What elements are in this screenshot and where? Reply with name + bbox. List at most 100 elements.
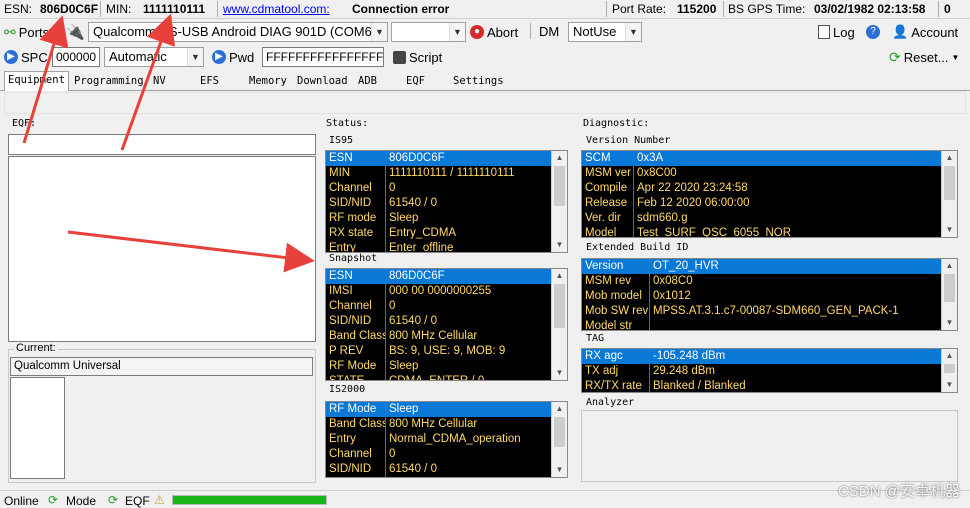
table-row[interactable]: RF Mode Sleep: [326, 359, 567, 374]
tab-equipment[interactable]: Equipment: [4, 71, 69, 91]
table-row[interactable]: RF Mode Sleep: [326, 402, 567, 417]
row-key: Release: [582, 196, 634, 211]
table-row[interactable]: Band Class 800 MHz Cellular: [326, 329, 567, 344]
table-row[interactable]: RX agc -105.248 dBm: [582, 349, 957, 364]
connect-button[interactable]: 🔌: [66, 22, 85, 42]
table-row[interactable]: Version OT_20_HVR: [582, 259, 957, 274]
warning-icon: ⚠: [154, 493, 165, 507]
table-row[interactable]: TX adj 29.248 dBm: [582, 364, 957, 379]
row-value: 29.248 dBm: [653, 365, 716, 377]
abort-button[interactable]: ● Abort: [470, 22, 518, 42]
table-row[interactable]: IMSI 000 00 0000000255: [326, 284, 567, 299]
snapshot-table[interactable]: ESN 806D0C6F IMSI 000 00 0000000255 Channel 0…: [325, 268, 568, 381]
eqf-input[interactable]: [8, 134, 316, 155]
table-row[interactable]: Ver. dir sdm660.g: [582, 211, 957, 226]
row-key: Version: [582, 259, 650, 274]
table-row[interactable]: Mob model 0x1012: [582, 289, 957, 304]
table-row[interactable]: Entry Enter_offline: [326, 241, 567, 252]
table-row[interactable]: MIN 1111110111 / 1111110111: [326, 166, 567, 181]
row-key: Mob model: [582, 289, 650, 304]
pwd-input[interactable]: FFFFFFFFFFFFFFFF: [262, 47, 384, 67]
table-row[interactable]: Compile Apr 22 2020 23:24:58: [582, 181, 957, 196]
row-key: Entry: [326, 241, 386, 252]
website-link[interactable]: www.cdmatool.com:: [223, 2, 330, 16]
table-row[interactable]: SID/NID 61540 / 0: [326, 462, 567, 477]
spc-button[interactable]: ▶ SPC: [4, 47, 48, 67]
tab-programming[interactable]: Programming: [71, 73, 147, 91]
tag-table[interactable]: RX agc -105.248 dBm TX adj 29.248 dBm RX/TX …: [581, 348, 958, 393]
table-row[interactable]: Band Class 800 MHz Cellular: [326, 417, 567, 432]
table-row[interactable]: RF mode Sleep: [326, 211, 567, 226]
row-value: 61540 / 0: [389, 197, 437, 209]
device-select[interactable]: ▼: [391, 22, 466, 42]
table-row[interactable]: MSM rev 0x08C0: [582, 274, 957, 289]
analyzer-title: Analyzer: [586, 397, 635, 408]
tab-download[interactable]: Download: [294, 73, 351, 91]
pwd-button[interactable]: ▶ Pwd: [212, 47, 254, 67]
table-row[interactable]: RX state Entry_CDMA: [326, 226, 567, 241]
table-row[interactable]: STATE CDMA_ENTER / 0: [326, 374, 567, 380]
table-row[interactable]: Channel 0: [326, 447, 567, 462]
log-button[interactable]: Log: [818, 22, 855, 42]
is2000-table[interactable]: RF Mode Sleep Band Class 800 MHz Cellular En…: [325, 401, 568, 478]
chevron-down-icon: ▼: [187, 48, 203, 66]
port-rate-label: Port Rate:: [612, 2, 667, 16]
row-value: Sleep: [389, 360, 419, 372]
tab-efs[interactable]: EFS: [197, 73, 222, 91]
tag-title: TAG: [586, 333, 605, 344]
eqf-list[interactable]: [8, 156, 316, 342]
table-row[interactable]: Model Test_SURF_QSC_6055_NOR: [582, 226, 957, 237]
row-value: Sleep: [389, 403, 419, 415]
mode-select[interactable]: Automatic ▼: [104, 47, 204, 67]
current-value: Qualcomm Universal: [10, 357, 313, 376]
ext-build-table[interactable]: Version OT_20_HVR MSM rev 0x08C0 Mob model 0x…: [581, 258, 958, 331]
dm-select[interactable]: NotUse ▼: [568, 22, 642, 42]
port-select[interactable]: Qualcomm HS-USB Android DIAG 901D (COM6 …: [88, 22, 388, 42]
table-row[interactable]: SID/NID 61540 / 0: [326, 314, 567, 329]
status-title: Status:: [326, 118, 369, 129]
row-key: RX agc: [582, 349, 650, 364]
table-row[interactable]: Channel 0: [326, 299, 567, 314]
tab-memory[interactable]: Memory: [246, 73, 290, 91]
is95-table[interactable]: ESN 806D0C6F MIN 1111110111 / 1111110111 Cha…: [325, 150, 568, 253]
esn-label: ESN:: [4, 2, 33, 16]
port-rate-value: 115200: [677, 2, 717, 16]
table-row[interactable]: Channel 0: [326, 181, 567, 196]
help-button[interactable]: ?: [866, 22, 880, 42]
tab-eqf[interactable]: EQF: [403, 73, 428, 91]
table-row[interactable]: ESN 806D0C6F: [326, 269, 567, 284]
ports-icon: ⚯: [4, 23, 16, 40]
is95-title: IS95: [329, 135, 354, 146]
chevron-down-icon: ▼: [625, 23, 641, 41]
table-row[interactable]: SCM 0x3A: [582, 151, 957, 166]
version-table[interactable]: SCM 0x3A MSM ver 0x8C00 Compile Apr 22 2020 2…: [581, 150, 958, 238]
reset-button[interactable]: ⟳ Reset... ▼: [889, 47, 959, 67]
min-value: 1111110111: [143, 2, 206, 16]
tab-adb[interactable]: ADB: [355, 73, 380, 91]
tab-nv[interactable]: NV: [150, 73, 169, 91]
table-row[interactable]: P REV BS: 9, USE: 9, MOB: 9: [326, 344, 567, 359]
table-row[interactable]: SID/NID 61540 / 0: [326, 196, 567, 211]
table-row[interactable]: Entry Normal_CDMA_operation: [326, 432, 567, 447]
row-key: Channel: [326, 299, 386, 314]
table-row[interactable]: RX/TX rate Blanked / Blanked: [582, 379, 957, 392]
ports-button[interactable]: ⚯ Ports: [4, 22, 49, 42]
table-row[interactable]: Mob SW rev MPSS.AT.3.1.c7-00087-SDM660_GE…: [582, 304, 957, 319]
spc-input[interactable]: 000000: [52, 47, 100, 67]
row-key: Channel: [326, 447, 386, 462]
eqf-label: EQF:: [12, 118, 37, 129]
version-title: Version Number: [586, 135, 671, 146]
tab-settings[interactable]: Settings: [450, 73, 507, 91]
table-row[interactable]: Model str: [582, 319, 957, 330]
table-row[interactable]: Release Feb 12 2020 06:00:00: [582, 196, 957, 211]
ext-build-title: Extended Build ID: [586, 242, 689, 253]
row-key: RX/TX rate: [582, 379, 650, 392]
play-icon: ▶: [212, 50, 226, 64]
status-bar: Online ⟳ Mode ⟳ EQF ⚠: [0, 490, 970, 508]
connection-status: Connection error: [352, 2, 450, 16]
script-button[interactable]: Script: [393, 47, 442, 67]
table-row[interactable]: ESN 806D0C6F: [326, 151, 567, 166]
table-row[interactable]: MSM ver 0x8C00: [582, 166, 957, 181]
chevron-down-icon: ▼: [951, 52, 960, 62]
account-button[interactable]: 👤 Account: [892, 22, 958, 42]
